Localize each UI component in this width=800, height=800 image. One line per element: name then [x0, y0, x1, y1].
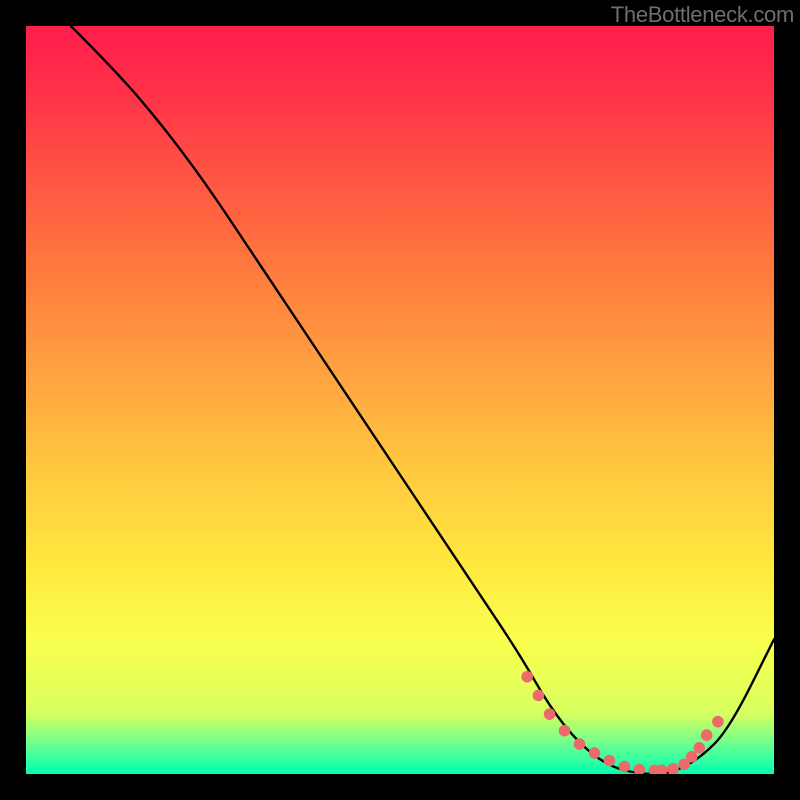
valley-marker-dot [574, 738, 586, 750]
valley-marker-dot [634, 764, 646, 774]
valley-marker-dot [667, 763, 679, 774]
valley-marker-dot [544, 708, 556, 720]
valley-markers [521, 671, 723, 774]
valley-marker-dot [619, 761, 631, 773]
chart-svg [26, 26, 774, 774]
valley-marker-dot [533, 690, 545, 702]
valley-marker-dot [693, 742, 705, 754]
valley-marker-dot [521, 671, 533, 683]
watermark-text: TheBottleneck.com [611, 2, 794, 28]
valley-marker-dot [686, 751, 698, 763]
valley-marker-dot [604, 755, 616, 767]
valley-marker-dot [559, 725, 571, 737]
valley-marker-dot [701, 729, 713, 741]
valley-marker-dot [589, 747, 601, 759]
valley-marker-dot [712, 716, 724, 728]
bottleneck-curve [71, 26, 774, 774]
chart-frame [26, 26, 774, 774]
